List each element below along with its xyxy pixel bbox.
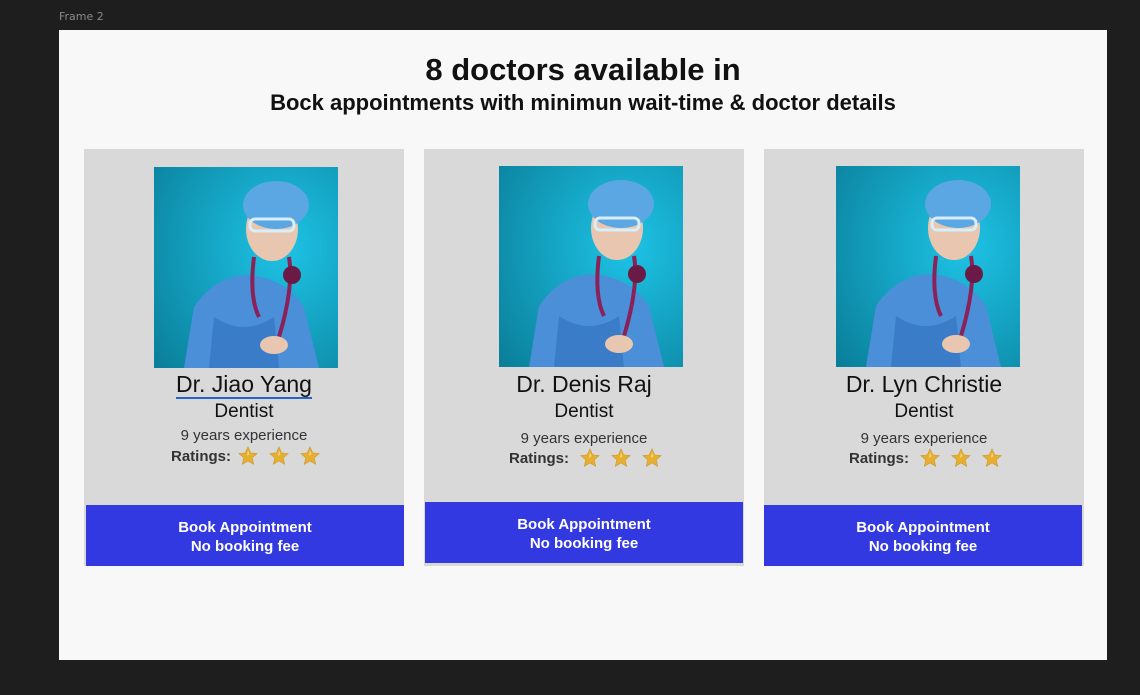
star-icon	[982, 448, 1002, 467]
book-appointment-button[interactable]: Book Appointment No booking fee	[764, 505, 1082, 566]
star-icon	[951, 448, 971, 467]
doctor-experience: 9 years experience	[180, 427, 308, 444]
frame-label: Frame 2	[59, 10, 104, 23]
ratings-label: Ratings:	[509, 449, 569, 467]
fee-label: No booking fee	[190, 538, 300, 555]
star-icon	[611, 448, 631, 467]
doctor-name[interactable]: Dr. Jiao Yang	[84, 371, 404, 399]
doctor-card: Dr. Denis Raj Dentist 9 years experience…	[424, 149, 744, 566]
doctor-specialty: Dentist	[214, 401, 274, 422]
doctor-photo	[836, 166, 1020, 367]
doctor-name[interactable]: Dr. Denis Raj	[424, 371, 744, 398]
doctor-ratings: Ratings:	[171, 445, 330, 467]
fee-label: No booking fee	[529, 535, 639, 552]
doctor-photo	[499, 166, 683, 367]
book-label: Book Appointment	[517, 516, 651, 533]
doctor-experience: 9 years experience	[860, 430, 988, 447]
star-icon	[238, 446, 258, 465]
ratings-label: Ratings:	[849, 449, 909, 467]
book-appointment-button[interactable]: Book Appointment No booking fee	[86, 505, 404, 566]
doctor-specialty: Dentist	[894, 401, 954, 422]
doctor-card: Dr. Jiao Yang Dentist 9 years experience…	[84, 149, 404, 566]
fee-label: No booking fee	[868, 538, 978, 555]
ratings-label: Ratings:	[171, 447, 231, 465]
doctor-experience: 9 years experience	[520, 430, 648, 447]
doctor-specialty: Dentist	[554, 401, 614, 422]
doctor-photo	[154, 167, 338, 368]
book-label: Book Appointment	[856, 519, 990, 536]
star-icon	[269, 446, 289, 465]
star-icon	[920, 448, 940, 467]
book-appointment-button[interactable]: Book Appointment No booking fee	[425, 502, 743, 563]
star-icon	[580, 448, 600, 467]
page-subtitle: Bock appointments with minimun wait-time…	[270, 90, 896, 115]
doctor-ratings: Ratings:	[509, 447, 672, 469]
doctor-name[interactable]: Dr. Lyn Christie	[764, 371, 1084, 398]
doctor-ratings: Ratings:	[849, 447, 1012, 469]
star-icon	[642, 448, 662, 467]
book-label: Book Appointment	[178, 519, 312, 536]
star-icon	[300, 446, 320, 465]
doctor-card: Dr. Lyn Christie Dentist 9 years experie…	[764, 149, 1084, 566]
frame: 8 doctors available in Bock appointments…	[59, 30, 1107, 660]
page-title: 8 doctors available in	[425, 52, 741, 87]
